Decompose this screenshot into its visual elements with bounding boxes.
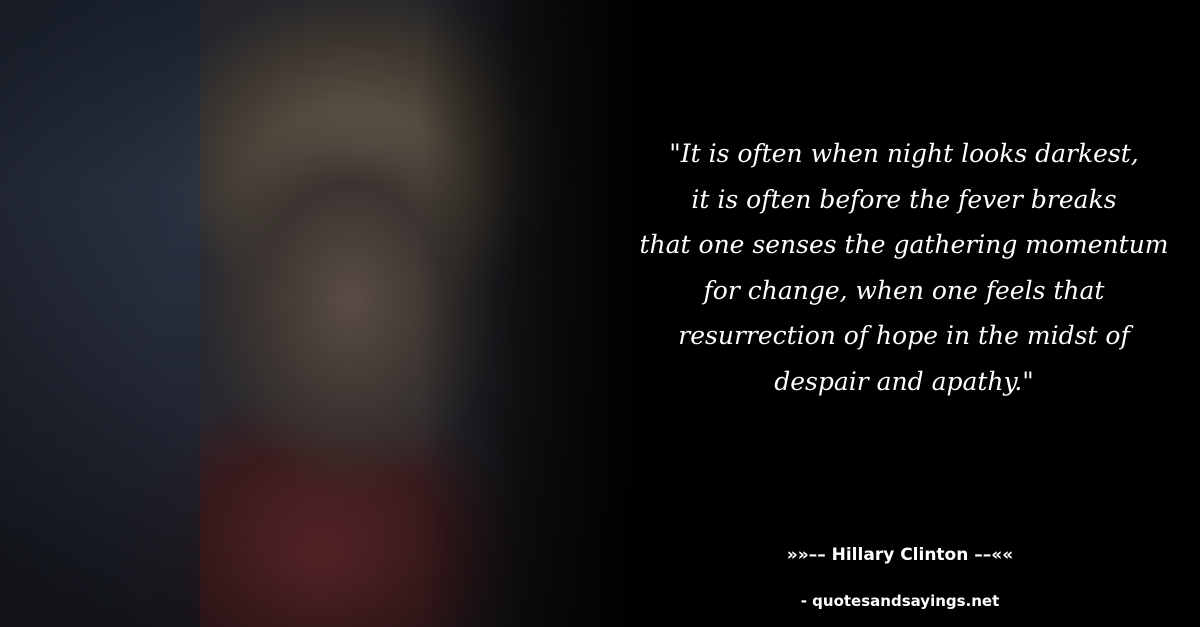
portrait-photo <box>0 0 640 627</box>
source-site: - quotesandsayings.net <box>800 592 1000 610</box>
author-attribution: »»–– Hillary Clinton ––«« <box>786 545 1014 565</box>
quote-text: "It is often when night looks darkest, i… <box>639 139 1169 396</box>
photo-fade-overlay <box>420 0 640 627</box>
quote-card: "It is often when night looks darkest, i… <box>0 0 1200 627</box>
